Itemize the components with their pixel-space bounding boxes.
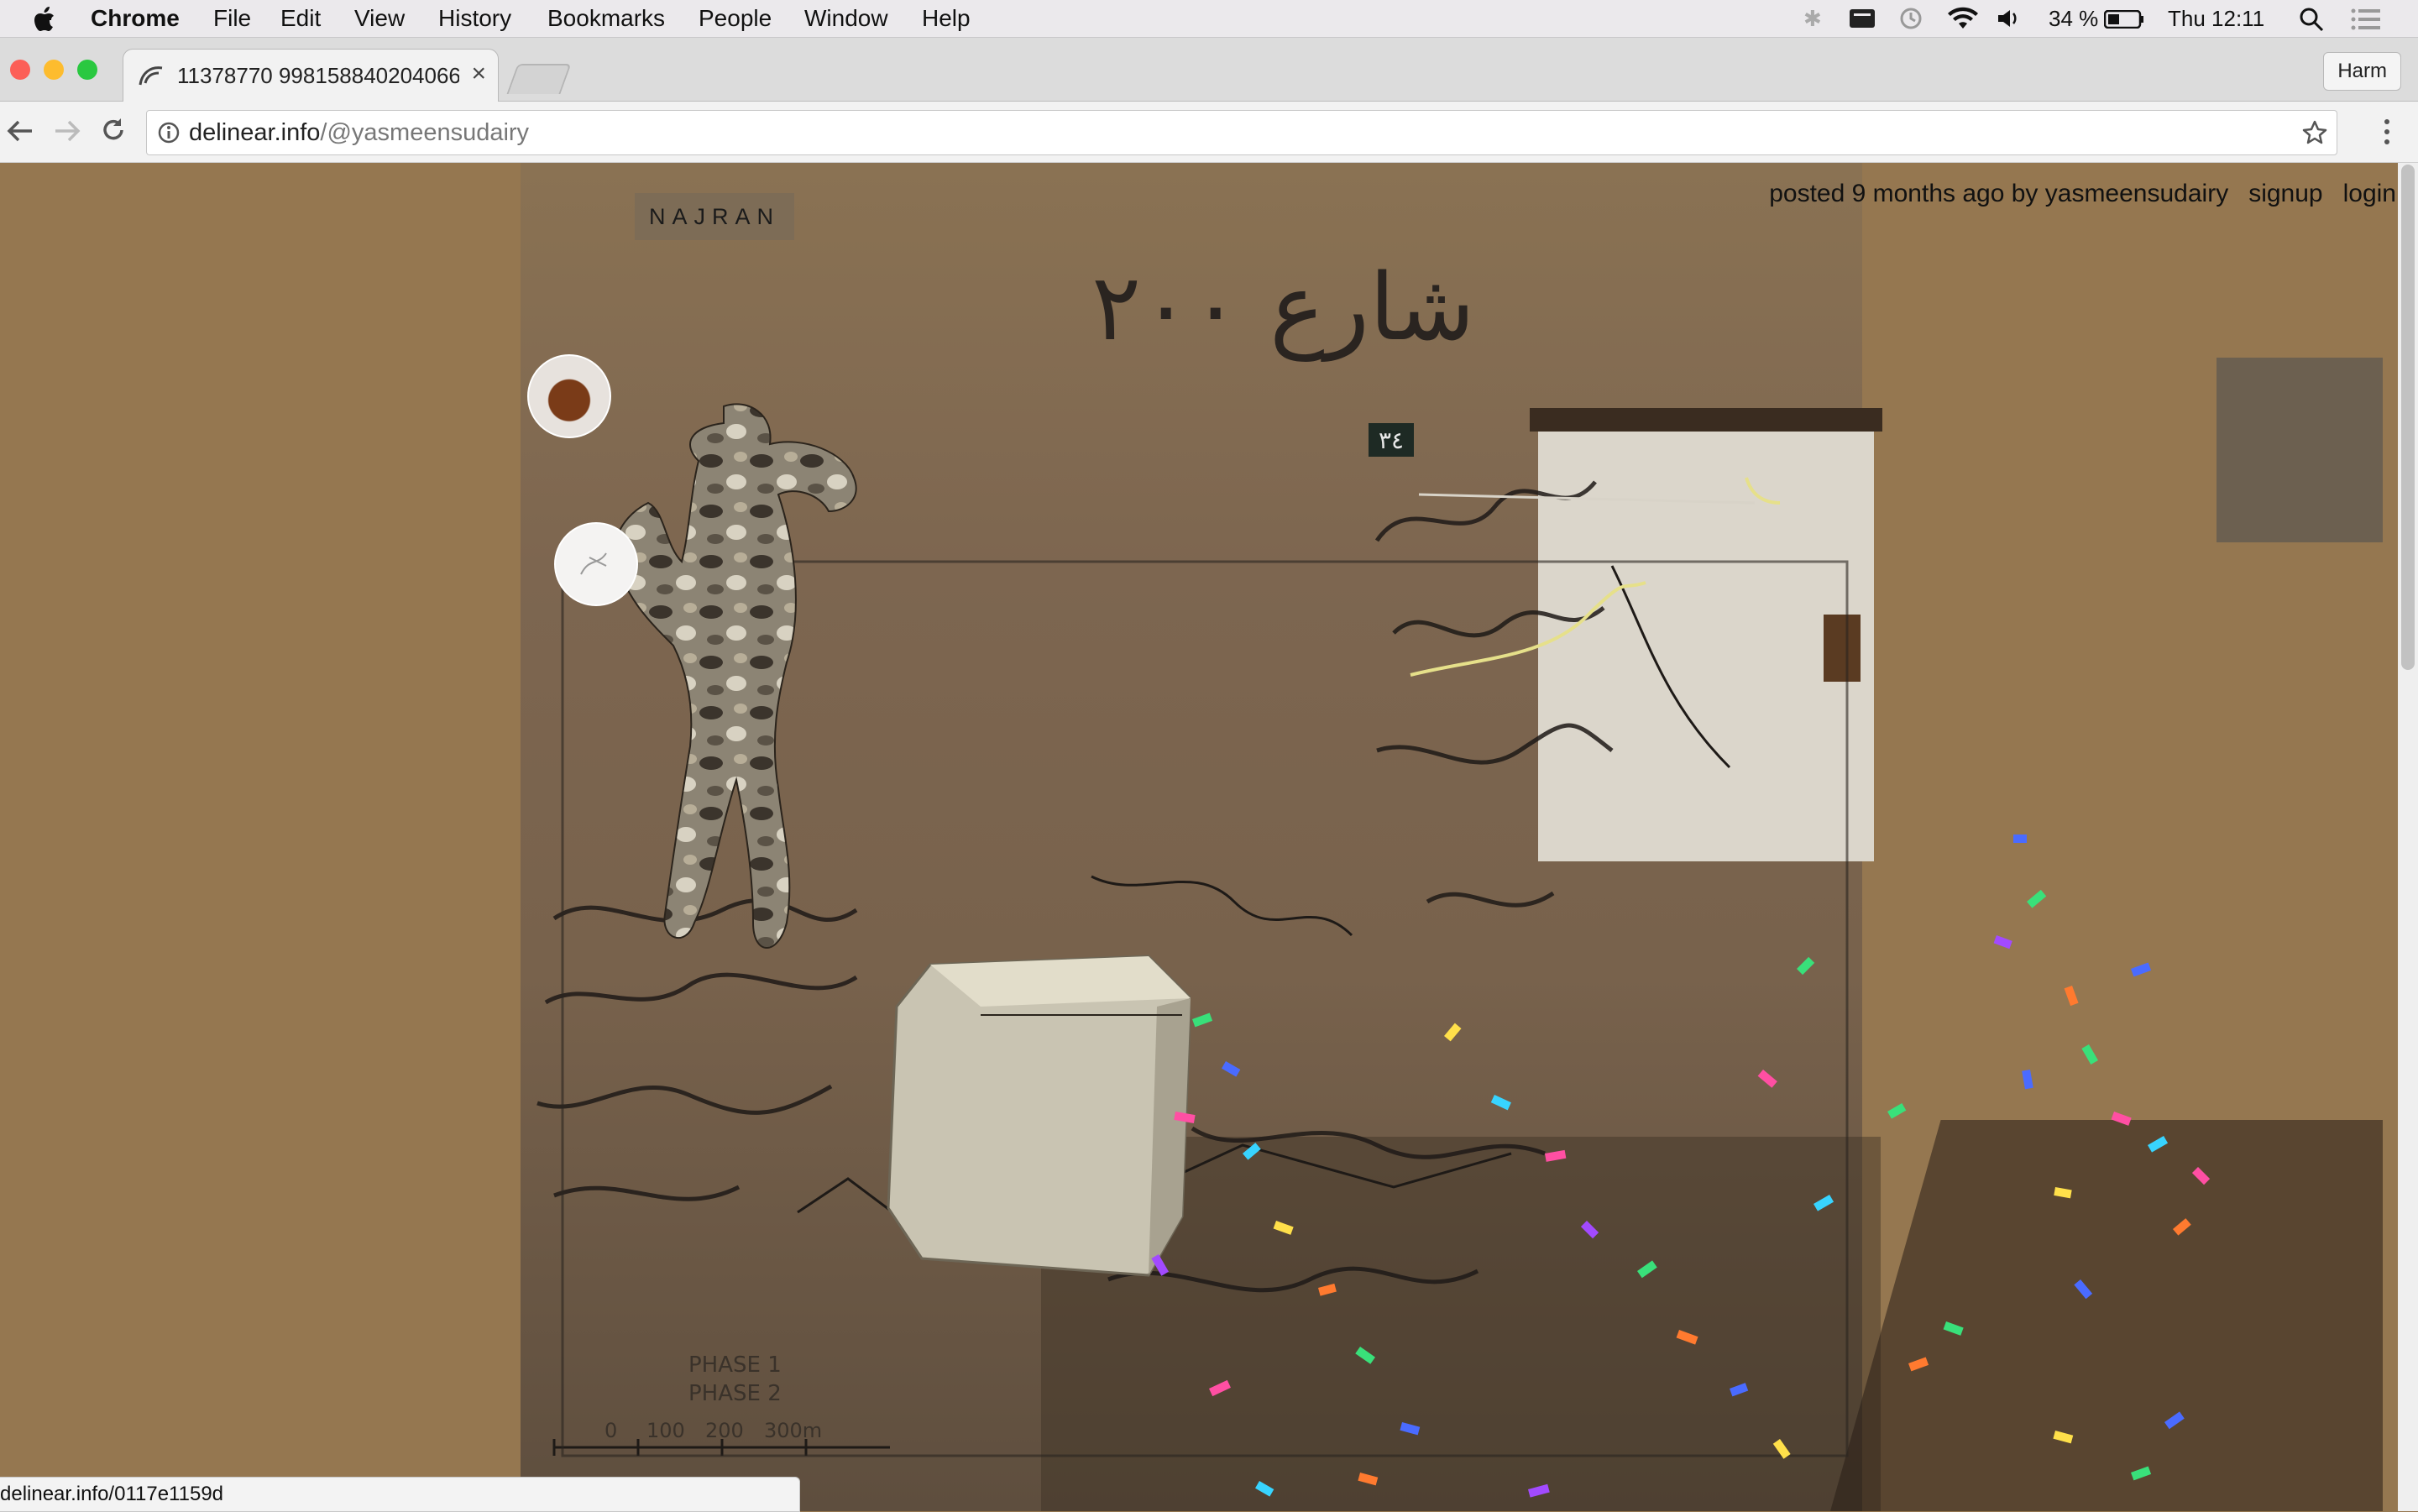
page-viewport: شارع ٢٠٠ ٣٤ PHASE 1 PHASE 2 0 100 200 30… <box>0 163 2418 1511</box>
volume-icon[interactable] <box>1997 8 2023 29</box>
bluetooth-icon[interactable]: ✱ <box>1803 0 1822 37</box>
address-bar[interactable]: delinear.info/@yasmeensudairy <box>146 110 2337 155</box>
menu-history[interactable]: History <box>438 0 511 37</box>
time-machine-icon[interactable] <box>1899 7 1923 30</box>
menu-file[interactable]: File <box>213 0 251 37</box>
menu-edit[interactable]: Edit <box>280 0 321 37</box>
menu-app-name[interactable]: Chrome <box>91 0 180 37</box>
profile-button[interactable]: Harm <box>2323 52 2401 91</box>
battery-percent: 34 % <box>2049 6 2099 31</box>
apple-icon[interactable] <box>34 7 55 32</box>
forward-arrow-icon[interactable] <box>52 118 82 144</box>
tab-active[interactable]: 11378770 9981588402040660 × <box>123 49 499 102</box>
artwork-canvas[interactable]: شارع ٢٠٠ ٣٤ PHASE 1 PHASE 2 0 100 200 30… <box>521 163 2383 1511</box>
new-tab-button[interactable] <box>506 64 572 94</box>
maximize-window-button[interactable] <box>77 60 97 80</box>
back-arrow-icon[interactable] <box>5 118 35 144</box>
menu-bookmarks[interactable]: Bookmarks <box>547 0 665 37</box>
posted-by-text[interactable]: posted 9 months ago by yasmeensudairy <box>1769 180 2228 207</box>
status-bar-url: delinear.info/0117e1159d <box>0 1477 800 1512</box>
tab-favicon-icon <box>139 66 163 86</box>
notification-center-icon[interactable] <box>2351 8 2381 30</box>
url-path: /@yasmeensudairy <box>320 119 530 146</box>
page-scrollbar-thumb[interactable] <box>2401 165 2415 670</box>
clock[interactable]: Thu 12:11 <box>2168 0 2264 37</box>
close-window-button[interactable] <box>10 60 30 80</box>
post-meta-nav: posted 9 months ago by yasmeensudairy sig… <box>1769 180 2396 208</box>
url-text[interactable]: delinear.info/@yasmeensudairy <box>189 119 529 147</box>
signup-link[interactable]: signup <box>2248 180 2322 207</box>
site-info-icon[interactable] <box>157 121 181 144</box>
menu-help[interactable]: Help <box>922 0 971 37</box>
menu-view[interactable]: View <box>354 0 405 37</box>
reload-icon[interactable] <box>99 116 128 144</box>
browser-menu-icon[interactable] <box>2381 118 2393 146</box>
layer-avatar[interactable] <box>554 522 638 606</box>
wifi-icon[interactable] <box>1946 7 1980 30</box>
display-icon[interactable] <box>1849 8 1876 29</box>
minimize-window-button[interactable] <box>44 60 64 80</box>
tab-close-icon[interactable]: × <box>471 60 486 88</box>
battery-icon[interactable] <box>2104 10 2144 29</box>
login-link[interactable]: login <box>2343 180 2396 207</box>
tab-title: 11378770 9981588402040660 <box>177 63 459 88</box>
confetti-right-layer <box>1887 834 2211 1481</box>
menu-window[interactable]: Window <box>804 0 888 37</box>
sketch-icon <box>580 552 607 575</box>
bookmark-star-icon[interactable] <box>2301 119 2328 146</box>
spotlight-search-icon[interactable] <box>2299 7 2324 32</box>
author-avatar[interactable] <box>527 354 611 438</box>
location-tag-label: NAJRAN <box>648 204 780 229</box>
location-tag[interactable]: NAJRAN <box>635 193 794 240</box>
confetti-layer <box>1151 956 1834 1498</box>
macos-menu-bar: Chrome File Edit View History Bookmarks … <box>0 0 2418 38</box>
menu-people[interactable]: People <box>699 0 772 37</box>
url-domain: delinear.info <box>189 119 321 146</box>
